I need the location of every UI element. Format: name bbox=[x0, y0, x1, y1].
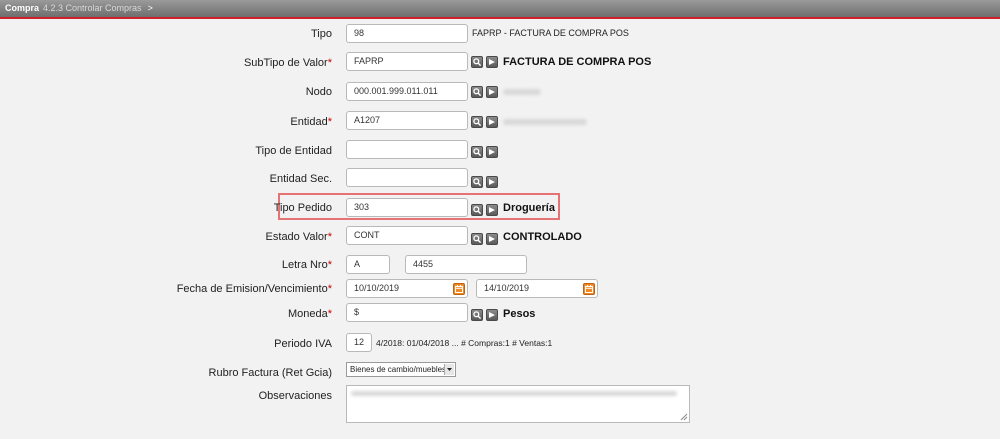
tipo-pedido-description: Droguería bbox=[503, 202, 555, 214]
nodo-search-icon[interactable] bbox=[471, 86, 483, 98]
nodo-description-redacted bbox=[503, 89, 541, 95]
entidad-sec-input[interactable] bbox=[346, 168, 468, 187]
chevron-down-icon[interactable] bbox=[444, 364, 454, 375]
entidad-search-icon[interactable] bbox=[471, 116, 483, 128]
subtipo-search-icon[interactable] bbox=[471, 56, 483, 68]
entidad-lookup-icon[interactable] bbox=[486, 116, 498, 128]
entidad-description-redacted bbox=[503, 119, 587, 125]
tipo-entidad-search-icon[interactable] bbox=[471, 146, 483, 158]
tipo-entidad-input[interactable] bbox=[346, 140, 468, 159]
tipo-pedido-lookup-icon[interactable] bbox=[486, 204, 498, 216]
fechas-label: Fecha de Emision/Vencimiento* bbox=[176, 283, 332, 295]
tipo-input[interactable]: 98 bbox=[346, 24, 468, 43]
subtipo-label: SubTipo de Valor* bbox=[243, 57, 332, 69]
moneda-description: Pesos bbox=[503, 308, 536, 320]
fecha-emision-input[interactable]: 10/10/2019 bbox=[346, 279, 468, 298]
top-bar: Compra 4.2.3 Controlar Compras > bbox=[0, 0, 1000, 19]
entidad-sec-search-icon[interactable] bbox=[471, 176, 483, 188]
breadcrumb-separator: > bbox=[147, 3, 153, 13]
periodo-iva-description: 4/2018: 01/04/2018 ... # Compras:1 # Ven… bbox=[376, 338, 553, 348]
entidad-label: Entidad* bbox=[290, 116, 332, 128]
estado-valor-search-icon[interactable] bbox=[471, 233, 483, 245]
entidad-input[interactable]: A1207 bbox=[346, 111, 468, 130]
tipo-entidad-label: Tipo de Entidad bbox=[255, 145, 332, 157]
letra-nro-label: Letra Nro* bbox=[281, 259, 332, 271]
moneda-search-icon[interactable] bbox=[471, 309, 483, 321]
tipo-pedido-label: Tipo Pedido bbox=[273, 202, 332, 214]
estado-valor-lookup-icon[interactable] bbox=[486, 233, 498, 245]
breadcrumb-current[interactable]: 4.2.3 Controlar Compras bbox=[43, 3, 142, 13]
rubro-selected-value: Bienes de cambio/muebles bbox=[350, 365, 447, 374]
resize-grip-icon[interactable] bbox=[680, 413, 688, 421]
nodo-label: Nodo bbox=[305, 86, 332, 98]
fecha-vencimiento-input[interactable]: 14/10/2019 bbox=[476, 279, 598, 298]
tipo-entidad-lookup-icon[interactable] bbox=[486, 146, 498, 158]
subtipo-input[interactable]: FAPRP bbox=[346, 52, 468, 71]
fecha-emision-calendar-icon[interactable] bbox=[453, 283, 465, 295]
nodo-input[interactable]: 000.001.999.011.011 bbox=[346, 82, 468, 101]
estado-valor-description: CONTROLADO bbox=[503, 231, 582, 243]
periodo-iva-input[interactable]: 12 bbox=[346, 333, 372, 352]
estado-valor-input[interactable]: CONT bbox=[346, 226, 468, 245]
rubro-label: Rubro Factura (Ret Gcia) bbox=[208, 367, 332, 379]
tipo-label: Tipo bbox=[311, 28, 332, 40]
entidad-sec-lookup-icon[interactable] bbox=[486, 176, 498, 188]
moneda-label: Moneda* bbox=[287, 308, 332, 320]
subtipo-lookup-icon[interactable] bbox=[486, 56, 498, 68]
tipo-description: FAPRP - FACTURA DE COMPRA POS bbox=[472, 28, 629, 38]
periodo-iva-label: Periodo IVA bbox=[274, 338, 332, 350]
fecha-vencimiento-calendar-icon[interactable] bbox=[583, 283, 595, 295]
letra-input[interactable]: A bbox=[346, 255, 390, 274]
subtipo-description: FACTURA DE COMPRA POS bbox=[503, 56, 652, 68]
tipo-pedido-search-icon[interactable] bbox=[471, 204, 483, 216]
moneda-input[interactable]: $ bbox=[346, 303, 468, 322]
breadcrumb-root[interactable]: Compra bbox=[5, 3, 39, 13]
tipo-pedido-input[interactable]: 303 bbox=[346, 198, 468, 217]
observaciones-text-redacted bbox=[351, 391, 677, 396]
nodo-lookup-icon[interactable] bbox=[486, 86, 498, 98]
observaciones-textarea[interactable] bbox=[346, 385, 690, 423]
observaciones-label: Observaciones bbox=[258, 390, 332, 402]
entidad-sec-label: Entidad Sec. bbox=[269, 173, 332, 185]
nro-input[interactable]: 4455 bbox=[405, 255, 527, 274]
rubro-select[interactable]: Bienes de cambio/muebles bbox=[346, 362, 456, 377]
moneda-lookup-icon[interactable] bbox=[486, 309, 498, 321]
estado-valor-label: Estado Valor* bbox=[265, 231, 332, 243]
breadcrumb: Compra 4.2.3 Controlar Compras > bbox=[5, 3, 153, 13]
